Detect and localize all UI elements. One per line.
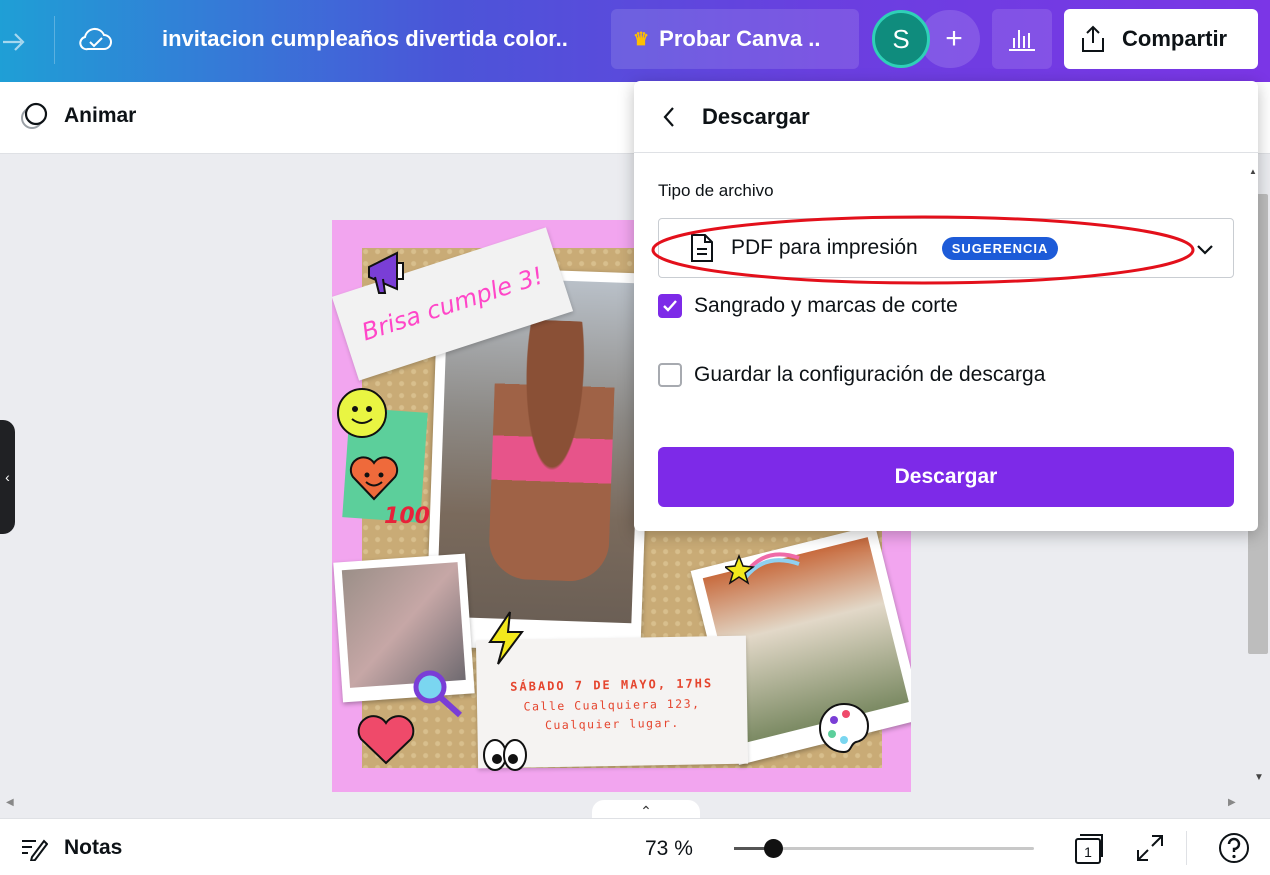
- bar-chart-icon: [1009, 30, 1035, 51]
- help-icon[interactable]: [1214, 828, 1254, 868]
- star-rainbow-icon[interactable]: [724, 544, 804, 588]
- redo-icon[interactable]: [0, 20, 34, 60]
- googly-eyes-icon[interactable]: [480, 728, 530, 778]
- share-button[interactable]: Compartir: [1064, 9, 1258, 69]
- cloud-saved-icon[interactable]: [76, 20, 116, 60]
- bleed-label: Sangrado y marcas de corte: [694, 294, 958, 317]
- sticker-100[interactable]: 100: [380, 496, 434, 536]
- divider: [54, 16, 55, 64]
- notes-button[interactable]: Notas: [20, 835, 122, 861]
- file-type-label: Tipo de archivo: [658, 181, 774, 200]
- scroll-up-icon[interactable]: ▲: [1249, 167, 1257, 176]
- bleed-checkbox[interactable]: [658, 294, 682, 318]
- bleed-checkbox-row[interactable]: Sangrado y marcas de corte: [658, 294, 958, 318]
- palette-icon[interactable]: [814, 698, 874, 758]
- scroll-left-icon[interactable]: ◀: [6, 797, 14, 808]
- document-title[interactable]: invitacion cumpleaños divertida color..: [162, 26, 568, 52]
- zoom-value[interactable]: 73 %: [645, 837, 693, 861]
- avatar[interactable]: S: [872, 10, 930, 68]
- chevron-left-icon: ‹: [5, 469, 10, 485]
- download-panel-header: Descargar: [634, 81, 1258, 153]
- chevron-down-icon: [1197, 245, 1213, 255]
- pages-icon: 1: [1075, 834, 1103, 864]
- scroll-down-icon[interactable]: ▼: [1254, 772, 1264, 783]
- zoom-slider[interactable]: [734, 839, 1034, 858]
- chevron-up-icon: ⌃: [640, 802, 652, 819]
- back-chevron-icon[interactable]: [658, 105, 682, 129]
- megaphone-icon[interactable]: [360, 242, 420, 302]
- share-icon: [1082, 25, 1104, 52]
- child-figure: [487, 318, 617, 583]
- insights-button[interactable]: [992, 9, 1052, 69]
- scroll-right-icon[interactable]: ▶: [1228, 797, 1236, 808]
- save-settings-label: Guardar la configuración de descarga: [694, 363, 1046, 386]
- crown-icon: ♛: [633, 28, 650, 49]
- top-bar: invitacion cumpleaños divertida color.. …: [0, 0, 1270, 82]
- panel-scrollbar[interactable]: ▲: [1248, 153, 1258, 263]
- zoom-slider-handle[interactable]: [764, 839, 783, 858]
- animate-icon: [21, 102, 48, 129]
- side-panel-toggle[interactable]: ‹: [0, 420, 15, 534]
- animate-button[interactable]: Animar: [18, 100, 136, 132]
- page-count: 1: [1084, 844, 1092, 860]
- footer-bar: Notas 73 % 1: [0, 818, 1270, 875]
- save-settings-checkbox-row[interactable]: Guardar la configuración de descarga: [658, 363, 1045, 387]
- heart-icon[interactable]: [354, 710, 418, 768]
- smiley-face-icon[interactable]: [334, 385, 390, 441]
- save-settings-checkbox[interactable]: [658, 363, 682, 387]
- download-panel-title: Descargar: [702, 103, 810, 129]
- download-button[interactable]: Descargar: [658, 447, 1234, 507]
- checkmark-icon: [663, 300, 677, 312]
- notes-icon: [22, 839, 48, 861]
- download-panel: Descargar ▲ Tipo de archivo PDF para imp…: [634, 81, 1258, 531]
- try-pro-button[interactable]: ♛ Probar Canva ..: [611, 9, 859, 69]
- document-icon: [691, 234, 713, 262]
- share-label: Compartir: [1122, 26, 1228, 51]
- page-grid-button[interactable]: 1: [1072, 831, 1106, 865]
- fullscreen-icon[interactable]: [1130, 828, 1170, 868]
- notes-label: Notas: [64, 836, 123, 859]
- suggestion-badge: SUGERENCIA: [941, 236, 1059, 260]
- animate-label: Animar: [64, 104, 137, 127]
- plus-icon: +: [945, 22, 963, 55]
- try-pro-label: Probar Canva ..: [659, 26, 821, 51]
- event-date: SÁBADO 7 DE MAYO, 17HS: [510, 676, 714, 694]
- lightning-icon[interactable]: [482, 610, 530, 666]
- divider: [1186, 831, 1187, 865]
- file-type-select[interactable]: PDF para impresión SUGERENCIA: [658, 218, 1234, 278]
- file-type-value: PDF para impresión: [731, 236, 918, 259]
